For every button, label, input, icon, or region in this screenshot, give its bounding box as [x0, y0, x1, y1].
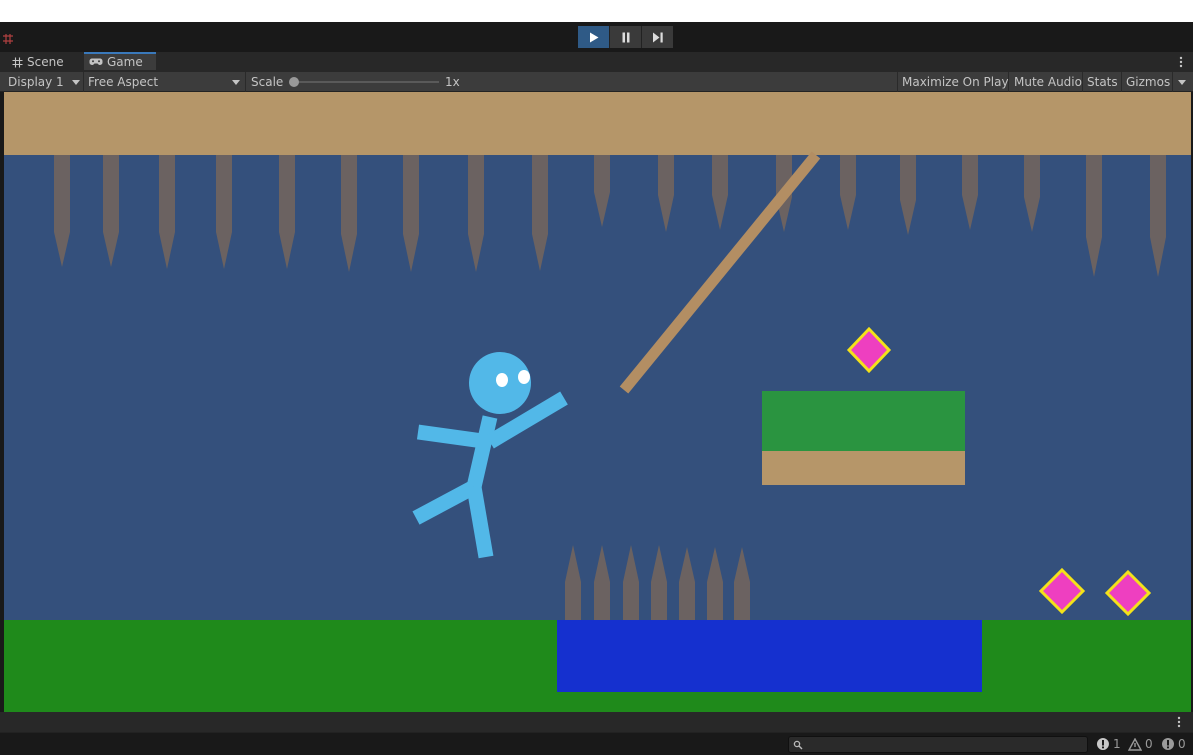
divider: [1121, 72, 1122, 92]
game-viewport[interactable]: [4, 92, 1191, 712]
console-header: [0, 712, 1193, 732]
chevron-down-icon: [72, 80, 80, 85]
warning-count[interactable]: 0: [1128, 735, 1153, 753]
search-input[interactable]: [788, 736, 1088, 753]
stickman-eye: [496, 373, 508, 387]
step-button[interactable]: [642, 26, 673, 48]
editor-tab-bar: Scene Game: [0, 52, 1193, 72]
platform-grass: [762, 391, 965, 451]
maximize-on-play-toggle[interactable]: Maximize On Play: [902, 72, 1009, 92]
status-bar: 1 0 0: [0, 732, 1193, 755]
tab-game[interactable]: Game: [84, 52, 156, 70]
divider: [1082, 72, 1083, 92]
chevron-down-icon: [232, 80, 240, 85]
mute-audio-toggle[interactable]: Mute Audio: [1014, 72, 1082, 92]
divider: [83, 72, 84, 92]
play-icon: [589, 32, 598, 42]
scale-slider-handle[interactable]: [289, 77, 299, 87]
info-count-value: 1: [1113, 737, 1121, 751]
window-top-strip: [0, 0, 1193, 22]
grid-icon: [12, 57, 23, 67]
aspect-dropdown[interactable]: Free Aspect: [88, 72, 242, 92]
kebab-menu-icon[interactable]: [1179, 55, 1183, 69]
tab-game-label: Game: [107, 55, 143, 69]
playmode-controls: [578, 26, 673, 48]
main-toolbar: [0, 22, 1193, 52]
divider: [245, 72, 246, 92]
divider: [1008, 72, 1009, 92]
tab-scene-label: Scene: [27, 55, 64, 69]
warning-icon: [1128, 737, 1142, 751]
stats-toggle[interactable]: Stats: [1087, 72, 1118, 92]
step-icon: [652, 32, 663, 42]
display-dropdown[interactable]: Display 1: [8, 72, 82, 92]
pause-button[interactable]: [610, 26, 642, 48]
tab-scene[interactable]: Scene: [12, 52, 64, 72]
stickman-arm-left: [416, 424, 492, 450]
play-button[interactable]: [578, 26, 610, 48]
search-icon: [793, 740, 803, 749]
aspect-dropdown-label: Free Aspect: [88, 75, 159, 89]
gamepad-icon: [89, 58, 103, 65]
gizmos-chevron-down-icon[interactable]: [1178, 80, 1186, 85]
scale-value: 1x: [445, 75, 460, 89]
info-icon: [1096, 738, 1109, 750]
divider: [897, 72, 898, 92]
kebab-menu-icon[interactable]: [1177, 715, 1181, 729]
game-view-toolbar: Display 1 Free Aspect Scale 1x Maximize …: [0, 72, 1193, 92]
gizmos-toggle[interactable]: Gizmos: [1126, 72, 1170, 92]
ceiling-block: [4, 92, 1191, 155]
stickman-eye: [518, 370, 530, 384]
water-pool: [557, 620, 982, 692]
error-count-value: 0: [1178, 737, 1186, 751]
info-count[interactable]: 1: [1096, 735, 1121, 753]
divider: [1172, 72, 1173, 92]
error-count[interactable]: 0: [1161, 735, 1186, 753]
display-dropdown-label: Display 1: [8, 75, 64, 89]
platform-dirt: [762, 451, 965, 485]
warning-count-value: 0: [1145, 737, 1153, 751]
scale-label: Scale: [251, 75, 284, 89]
pause-icon: [622, 32, 629, 42]
error-icon: [1162, 738, 1174, 750]
scale-slider-track[interactable]: [292, 81, 439, 83]
game-canvas: [4, 92, 1191, 712]
layout-icon[interactable]: [2, 30, 14, 44]
